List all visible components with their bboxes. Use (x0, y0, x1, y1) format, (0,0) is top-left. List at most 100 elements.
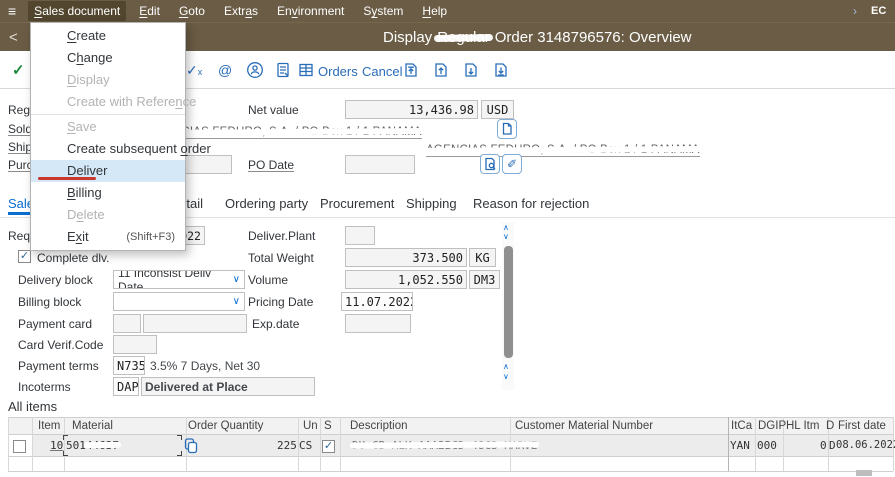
po-date-label[interactable]: PO Date (248, 158, 294, 172)
exp-date-field[interactable] (345, 314, 411, 333)
table-border (8, 434, 893, 435)
col-header-itca[interactable]: ItCa (731, 420, 752, 432)
complete-dlv-checkbox[interactable] (18, 250, 31, 263)
system-id-label: EC (871, 5, 887, 17)
material-redacted-digits: 44637 (85, 439, 119, 452)
payment-terms-code-field[interactable]: N735 (113, 356, 145, 375)
first-date-cell: 08.06.2022 (836, 439, 895, 451)
tab-shipping[interactable]: Shipping (406, 196, 457, 211)
col-header-customer-material-number[interactable]: Customer Material Number (515, 420, 653, 432)
orders-grid-icon[interactable] (298, 62, 314, 83)
menubar-item-extras[interactable]: Extras (218, 1, 264, 21)
col-header-un[interactable]: Un (303, 420, 318, 432)
last-page-icon[interactable] (492, 61, 510, 84)
table-border (8, 471, 893, 472)
horizontal-scrollbar-thumb[interactable] (856, 470, 872, 476)
table-gridline (320, 417, 321, 471)
col-header-dgip[interactable]: DGIP (758, 420, 786, 432)
menu-item-exit[interactable]: Exit (Shift+F3) (31, 226, 185, 248)
payment-card-label: Payment card (18, 317, 93, 331)
menubar-item-sales-document[interactable]: Sales document (28, 1, 127, 21)
scroll-up-icon[interactable]: ∧ (503, 224, 509, 232)
item-copy-icon[interactable] (183, 437, 198, 459)
tab-procurement[interactable]: Procurement (320, 196, 394, 211)
col-header-order-quantity[interactable]: Order Quantity (188, 420, 263, 432)
previous-page-icon[interactable] (432, 61, 450, 84)
scroll-up-icon[interactable]: ∧ (503, 363, 509, 371)
col-header-first-date[interactable]: First date (838, 420, 886, 432)
document-list-icon[interactable] (274, 61, 292, 84)
scroll-down-icon[interactable]: ∨ (503, 233, 509, 241)
currency-field: USD (481, 100, 514, 119)
scroll-down-icon[interactable]: ∨ (503, 373, 509, 381)
deliver-plant-label: Deliver.Plant (248, 229, 316, 243)
table-gridline (340, 417, 341, 471)
payment-card-type-field[interactable] (113, 314, 141, 333)
card-verif-code-label: Card Verif.Code (18, 338, 104, 352)
volume-label: Volume (248, 273, 289, 287)
col-header-s[interactable]: S (324, 420, 332, 432)
scrollbar-thumb[interactable] (504, 246, 513, 358)
s-checkbox[interactable] (322, 440, 335, 453)
page-title: Display Regular Order 3148796576: Overvi… (383, 29, 692, 46)
all-items-label: All items (8, 399, 58, 414)
doc-search-icon[interactable] (480, 154, 500, 174)
order-quantity-cell[interactable]: 225 (277, 439, 297, 452)
focus-corner (177, 435, 182, 440)
menu-item-create-subsequent-order[interactable]: Create subsequent order (31, 138, 211, 160)
sap-window: ≡ Sales document Edit Goto Extras Enviro… (0, 0, 895, 477)
back-icon[interactable]: < (9, 29, 18, 46)
col-header-hl-itm[interactable]: HL Itm (786, 420, 819, 432)
tab-ordering-party[interactable]: Ordering party (225, 196, 308, 211)
incoterms-code-field[interactable]: DAP (113, 377, 139, 396)
expand-chevron-icon[interactable]: › (853, 4, 857, 18)
un-cell: CS (299, 439, 313, 452)
col-header-material[interactable]: Material (72, 420, 113, 432)
description-cell-redacted[interactable]: DU CB ALK AAA2BCD 48C3 MARVE (352, 439, 537, 452)
menu-separator (31, 114, 185, 115)
material-cell[interactable]: 50144637 (66, 439, 119, 452)
services-for-object-icon[interactable]: ✐ (502, 154, 522, 174)
menubar-item-goto[interactable]: Goto (173, 1, 211, 21)
cancel-button[interactable]: Cancel (362, 64, 402, 79)
menu-item-create[interactable]: Create (31, 25, 185, 47)
menubar-item-environment[interactable]: Environment (271, 1, 350, 21)
payment-card-number-field[interactable] (143, 314, 247, 333)
next-page-icon[interactable] (462, 61, 480, 84)
hamburger-icon[interactable]: ≡ (8, 3, 16, 19)
enter-check-icon[interactable]: ✓ (12, 61, 25, 79)
table-gridline (728, 417, 729, 471)
col-header-d[interactable]: D (826, 420, 834, 432)
menu-item-create-with-reference: Create with Reference (67, 94, 197, 109)
menu-item-display: Display (67, 72, 110, 87)
focus-corner (63, 451, 68, 456)
first-page-icon[interactable] (402, 61, 420, 84)
row-select-checkbox[interactable] (13, 440, 26, 453)
table-gridline (755, 417, 756, 471)
billing-block-select[interactable]: ∨ (113, 292, 245, 311)
business-partner-icon[interactable] (246, 61, 264, 84)
pricing-date-field[interactable]: 11.07.2022 (341, 292, 413, 311)
display-other-icon[interactable]: @ (218, 62, 232, 78)
menu-item-billing[interactable]: Billing (31, 182, 185, 204)
menu-item-change[interactable]: Change (31, 47, 185, 69)
menu-shortcut: (Shift+F3) (126, 231, 175, 243)
delivery-block-select[interactable]: 11 Inconsist Deliv Date ∨ (113, 270, 245, 289)
po-date-field[interactable] (345, 155, 415, 174)
col-header-description[interactable]: Description (350, 420, 408, 432)
menubar-item-help[interactable]: Help (416, 1, 453, 21)
card-verif-code-field[interactable] (113, 335, 157, 354)
focus-corner (63, 435, 68, 440)
menubar-item-edit[interactable]: Edit (133, 1, 166, 21)
col-header-item[interactable]: Item (38, 420, 60, 432)
menubar-item-system[interactable]: System (357, 1, 409, 21)
net-value-field: 13,436.98 (345, 100, 478, 119)
item-number-cell[interactable]: 10 (50, 439, 63, 452)
deliver-plant-field[interactable] (345, 226, 375, 245)
copy-document-icon[interactable] (497, 119, 517, 139)
weight-unit-field: KG (469, 248, 496, 267)
check-cancel-icon[interactable]: ✓x (186, 62, 202, 79)
ship-to-value-redacted: AGENCIAS FEDURO, S.A. / PO Box 1 / 1 PAN… (426, 144, 700, 157)
orders-button[interactable]: Orders (318, 64, 358, 79)
tab-reason-for-rejection[interactable]: Reason for rejection (473, 196, 589, 211)
